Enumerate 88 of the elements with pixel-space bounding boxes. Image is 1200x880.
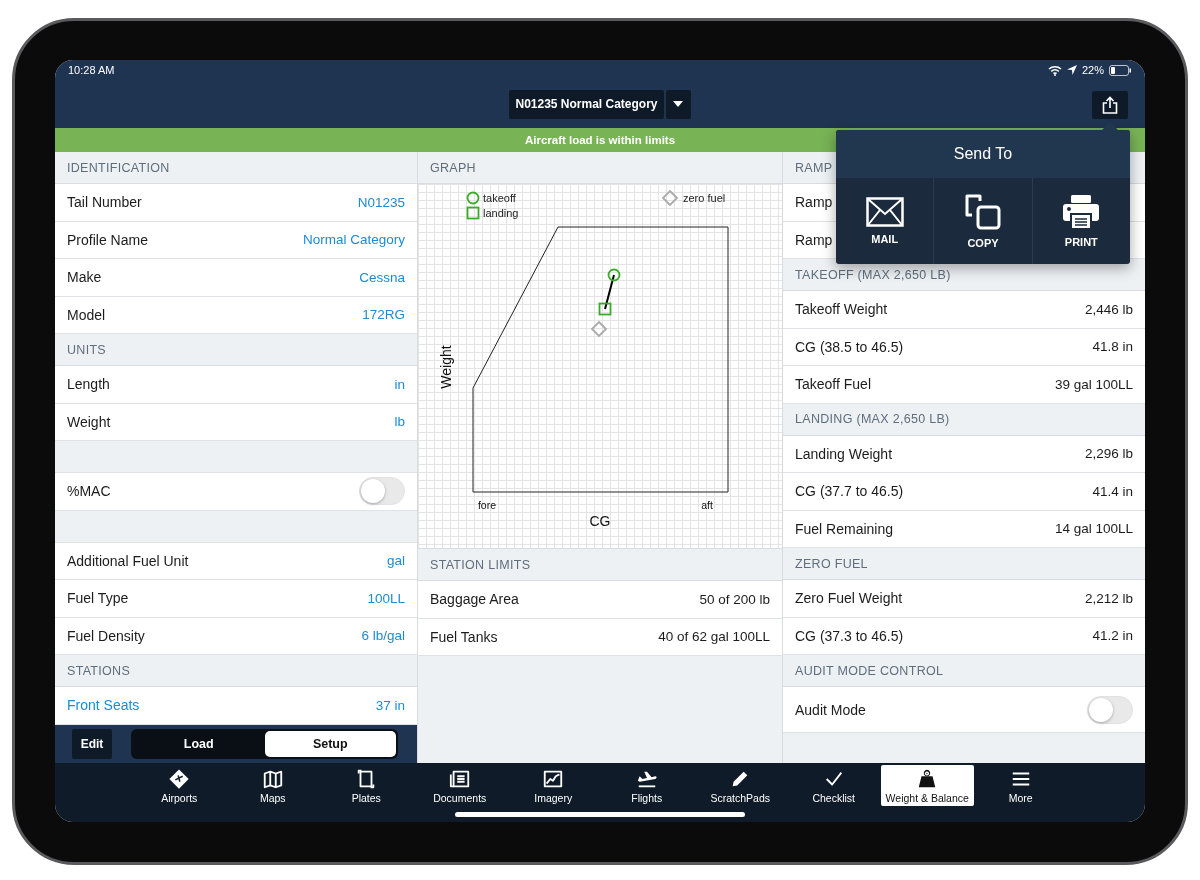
popover-title: Send To (836, 130, 1130, 178)
row-label: Landing Weight (795, 445, 893, 462)
row-value: 14 gal 100LL (1054, 521, 1133, 537)
row-value[interactable]: Normal Category (302, 232, 405, 248)
takeoff-point (607, 268, 621, 282)
row-label: Front Seats (67, 697, 140, 714)
row-label: Zero Fuel Weight (795, 590, 903, 607)
segment-tab[interactable]: Load (133, 731, 265, 757)
landing-point (598, 302, 612, 316)
row-value[interactable]: 37 in (375, 697, 405, 713)
row-value[interactable]: Cessna (359, 269, 405, 285)
row-value: 41.8 in (1092, 339, 1133, 355)
dropdown-button[interactable] (665, 89, 691, 119)
axis-label: fore (477, 499, 497, 511)
axis-title: Weight (438, 345, 454, 389)
row-label: CG (37.3 to 46.5) (795, 627, 904, 644)
share-button[interactable] (1092, 91, 1128, 119)
zero-fuel-point (590, 320, 608, 338)
tab-bar-item[interactable]: More (974, 765, 1068, 806)
row-label: Model (67, 306, 106, 323)
row-value[interactable]: lb (394, 414, 405, 430)
mail-button[interactable]: MAIL (836, 178, 935, 264)
row-value: 41.2 in (1092, 628, 1133, 644)
row-value[interactable]: 100LL (367, 590, 405, 606)
tab-bar-item[interactable]: Imagery (506, 765, 600, 806)
toggle-switch[interactable] (359, 477, 405, 506)
row-label: Fuel Tanks (430, 628, 498, 645)
row-label: %MAC (67, 483, 111, 500)
status-time: 10:28 AM (68, 64, 115, 76)
row-value: 39 gal 100LL (1054, 376, 1133, 392)
row-value: 2,446 lb (1084, 301, 1133, 317)
row-label: Ramp (795, 194, 833, 211)
row-value: 2,212 lb (1084, 590, 1133, 606)
printer-icon (1062, 194, 1101, 230)
row-label: CG (37.7 to 46.5) (795, 483, 904, 500)
profile-selector[interactable]: N01235 Normal Category (509, 89, 664, 119)
row-label: Takeoff Fuel (795, 376, 871, 393)
row-label: Baggage Area (430, 591, 519, 608)
legend-label: zero fuel (683, 192, 726, 204)
axis-label: aft (701, 499, 713, 511)
row-label: Ramp (795, 231, 833, 248)
row-label: Takeoff Weight (795, 301, 888, 318)
row-value[interactable]: gal (387, 553, 405, 569)
legend-label: landing (483, 207, 519, 219)
row-label: Additional Fuel Unit (67, 552, 189, 569)
row-label: Profile Name (67, 231, 148, 248)
row-value[interactable]: 172RG (362, 307, 405, 323)
tab-bar-item[interactable]: ScratchPads (693, 765, 787, 806)
tab-bar-item[interactable]: Flights (600, 765, 694, 806)
envelope-icon (865, 197, 904, 227)
row-label: Audit Mode (795, 701, 866, 718)
row-label: Make (67, 269, 102, 286)
row-label: Fuel Density (67, 627, 145, 644)
edit-button[interactable]: Edit (72, 729, 112, 759)
legend-label: takeoff (483, 192, 516, 204)
tab-bar-item[interactable]: Airports (132, 765, 226, 806)
tab-bar-item[interactable]: Plates (319, 765, 413, 806)
axis-title: CG (589, 513, 611, 529)
segment-tab[interactable]: Setup (264, 731, 396, 757)
wifi-icon (1047, 64, 1062, 76)
share-icon (1102, 96, 1118, 114)
row-label: CG (38.5 to 46.5) (795, 338, 904, 355)
diamond-icon (168, 767, 191, 790)
row-value[interactable]: in (394, 376, 405, 392)
battery-percent: 22% (1081, 64, 1104, 76)
tab-bar-item[interactable]: Checklist (787, 765, 881, 806)
location-arrow-icon (1066, 65, 1077, 75)
row-label: Tail Number (67, 194, 142, 211)
tab-bar-item[interactable]: Weight & Balance (880, 765, 974, 806)
caret-icon (673, 101, 684, 107)
load-line (604, 274, 615, 310)
row-value: 41.4 in (1092, 483, 1133, 499)
row-value: 50 of 200 lb (699, 591, 770, 607)
copy-icon (964, 193, 1002, 231)
tab-bar-item[interactable]: Maps (226, 765, 320, 806)
copy-button[interactable]: COPY (934, 178, 1033, 264)
row-label: Weight (67, 413, 111, 430)
row-label: Fuel Type (67, 590, 129, 607)
row-value[interactable]: N01235 (357, 194, 405, 210)
toggle-switch[interactable] (1087, 695, 1133, 724)
row-value: 40 of 62 gal 100LL (658, 629, 770, 645)
tab-bar-item[interactable]: Documents (413, 765, 507, 806)
row-label: Fuel Remaining (795, 520, 894, 537)
row-label: Length (67, 376, 110, 393)
row-value: 2,296 lb (1084, 446, 1133, 462)
row-value[interactable]: 6 lb/gal (361, 628, 405, 644)
battery-icon (1109, 64, 1131, 76)
section-header: LANDING (MAX 2,650 LB) (783, 403, 1145, 436)
